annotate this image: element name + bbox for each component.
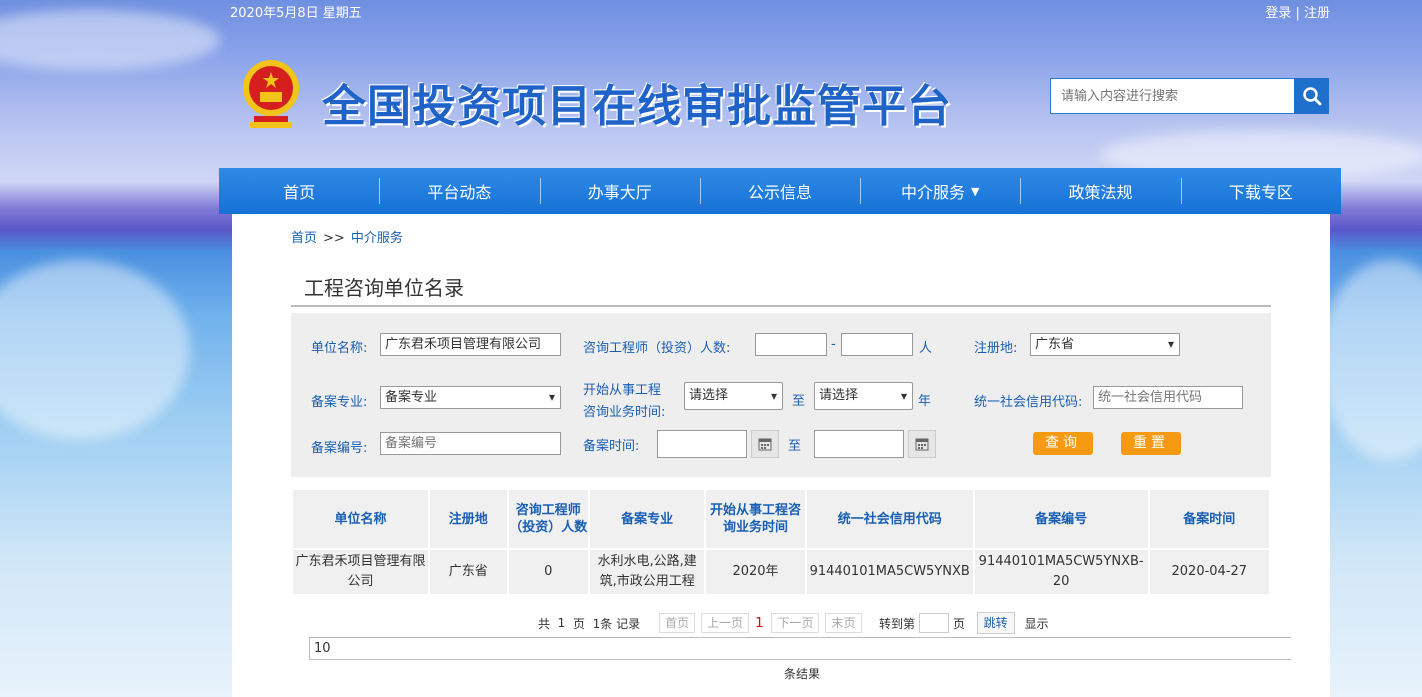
range-separator: - xyxy=(831,337,836,352)
record-time-end-input[interactable] xyxy=(814,430,904,458)
record-time-label: 备案时间: xyxy=(583,439,640,454)
year-unit: 年 xyxy=(918,394,932,409)
unit-name-label: 单位名称: xyxy=(311,341,368,356)
credit-code-input[interactable] xyxy=(1093,386,1243,409)
count-unit: 人 xyxy=(919,341,933,356)
record-time-start-input[interactable] xyxy=(657,430,747,458)
cloud-decoration xyxy=(1320,260,1422,460)
breadcrumb-current[interactable]: 中介服务 xyxy=(351,231,403,246)
column-header: 单位名称 xyxy=(293,490,429,548)
region-select[interactable]: 广东省 xyxy=(1030,333,1180,356)
breadcrumb: 首页 >> 中介服务 xyxy=(291,227,403,246)
goto-button[interactable]: 跳转 xyxy=(976,612,1015,634)
pager-total-records: 1条 xyxy=(592,616,613,631)
to-label-2: 至 xyxy=(788,439,802,454)
login-link[interactable]: 登录 xyxy=(1265,6,1291,21)
current-page[interactable]: 1 xyxy=(755,616,763,631)
cell-specialty: 水利水电,公路,建筑,市政公用工程 xyxy=(590,550,705,594)
pagination: 共 1 页 1条 记录 首页 上一页 1 下一页 末页 转到第 页 跳转 显示 xyxy=(538,612,1049,634)
nav-item-platform-news[interactable]: 平台动态 xyxy=(379,168,539,214)
table-header-row: 单位名称 注册地 咨询工程师（投资）人数 备案专业 开始从事工程咨询业务时间 统… xyxy=(293,490,1269,548)
cell-record-date: 2020-04-27 xyxy=(1149,550,1269,594)
credit-code-label: 统一社会信用代码: xyxy=(974,395,1083,410)
specialty-label: 备案专业: xyxy=(311,395,368,410)
record-no-input[interactable] xyxy=(380,432,561,455)
specialty-select[interactable]: 备案专业 xyxy=(380,386,561,409)
goto-unit: 页 xyxy=(952,616,965,631)
page-title: 工程咨询单位名录 xyxy=(304,276,464,300)
nav-item-downloads[interactable]: 下载专区 xyxy=(1180,168,1341,214)
top-bar: 2020年5月8日 星期五 登录 | 注册 xyxy=(0,0,1422,22)
pager-total-pages: 1 xyxy=(557,616,566,630)
cell-start-year: 2020年 xyxy=(706,550,805,594)
column-header: 备案专业 xyxy=(590,490,705,548)
goto-page-input[interactable] xyxy=(918,613,949,633)
nav-item-public-info[interactable]: 公示信息 xyxy=(699,168,860,214)
chevron-down-icon: ▼ xyxy=(971,184,980,198)
nav-item-service-hall[interactable]: 办事大厅 xyxy=(539,168,700,214)
last-page-button[interactable]: 末页 xyxy=(825,613,862,633)
current-date: 2020年5月8日 星期五 xyxy=(230,6,362,21)
main-nav: 首页 平台动态 办事大厅 公示信息 中介服务 ▼ 政策法规 下载专区 xyxy=(219,168,1341,214)
unit-name-input[interactable]: 广东君禾项目管理有限公司 xyxy=(380,333,561,356)
nav-item-intermediary-service[interactable]: 中介服务 ▼ xyxy=(860,168,1020,214)
start-time-label-line1: 开始从事工程 xyxy=(583,383,662,398)
table-row[interactable]: 广东君禾项目管理有限公司 广东省 0 水利水电,公路,建筑,市政公用工程 202… xyxy=(293,550,1269,594)
reset-button[interactable]: 重置 xyxy=(1121,432,1181,455)
goto-label: 转到第 xyxy=(878,616,915,631)
site-title: 全国投资项目在线审批监管平台 xyxy=(322,81,952,132)
page-size-suffix: 条结果 xyxy=(784,667,821,681)
results-table: 单位名称 注册地 咨询工程师（投资）人数 备案专业 开始从事工程咨询业务时间 统… xyxy=(291,488,1271,596)
cloud-decoration xyxy=(0,260,190,440)
auth-links: 登录 | 注册 xyxy=(1265,2,1330,21)
cell-region: 广东省 xyxy=(430,550,507,594)
next-page-button[interactable]: 下一页 xyxy=(771,613,820,633)
column-header: 注册地 xyxy=(430,490,507,548)
record-no-label: 备案编号: xyxy=(311,441,368,456)
pager-records-unit: 记录 xyxy=(616,616,641,631)
page-size-input[interactable]: 10 xyxy=(309,637,1291,660)
nav-item-home[interactable]: 首页 xyxy=(219,168,379,214)
start-time-label-line2: 咨询业务时间: xyxy=(583,405,666,420)
filter-form: 单位名称: 广东君禾项目管理有限公司 咨询工程师（投资）人数: - 人 注册地:… xyxy=(291,313,1271,477)
prev-page-button[interactable]: 上一页 xyxy=(701,613,750,633)
cell-record-no: 91440101MA5CW5YNXB-20 xyxy=(974,550,1148,594)
cell-unit-name: 广东君禾项目管理有限公司 xyxy=(293,550,429,594)
region-label: 注册地: xyxy=(974,341,1018,356)
content-panel: 首页 >> 中介服务 工程咨询单位名录 单位名称: 广东君禾项目管理有限公司 咨询工… xyxy=(232,214,1330,697)
column-header: 统一社会信用代码 xyxy=(806,490,973,548)
first-page-button[interactable]: 首页 xyxy=(659,613,696,633)
auth-separator: | xyxy=(1295,6,1300,21)
national-emblem-icon xyxy=(240,54,302,134)
breadcrumb-home[interactable]: 首页 xyxy=(291,231,317,246)
cell-engineer-count: 0 xyxy=(508,550,589,594)
start-year-from-select[interactable]: 请选择 xyxy=(684,382,783,410)
search-input[interactable] xyxy=(1050,78,1295,114)
cell-credit-code: 91440101MA5CW5YNXB xyxy=(806,550,973,594)
calendar-icon[interactable] xyxy=(751,430,779,458)
pager-total-prefix: 共 xyxy=(538,616,551,631)
calendar-icon[interactable] xyxy=(908,430,936,458)
engineer-count-min-input[interactable] xyxy=(755,333,827,356)
start-year-to-select[interactable]: 请选择 xyxy=(814,382,913,410)
search-button[interactable] xyxy=(1294,78,1329,114)
engineer-count-label: 咨询工程师（投资）人数: xyxy=(583,341,731,356)
column-header: 备案时间 xyxy=(1149,490,1269,548)
show-label: 显示 xyxy=(1024,616,1049,631)
to-label: 至 xyxy=(792,394,806,409)
column-header: 备案编号 xyxy=(974,490,1148,548)
query-button[interactable]: 查询 xyxy=(1033,432,1093,455)
breadcrumb-separator: >> xyxy=(323,231,345,246)
pager-page-unit: 页 xyxy=(572,616,585,631)
nav-item-policy[interactable]: 政策法规 xyxy=(1020,168,1180,214)
column-header: 开始从事工程咨询业务时间 xyxy=(706,490,805,548)
column-header: 咨询工程师（投资）人数 xyxy=(508,490,589,548)
search-icon xyxy=(1302,87,1321,106)
engineer-count-max-input[interactable] xyxy=(841,333,913,356)
title-divider xyxy=(291,305,1271,307)
register-link[interactable]: 注册 xyxy=(1304,6,1330,21)
